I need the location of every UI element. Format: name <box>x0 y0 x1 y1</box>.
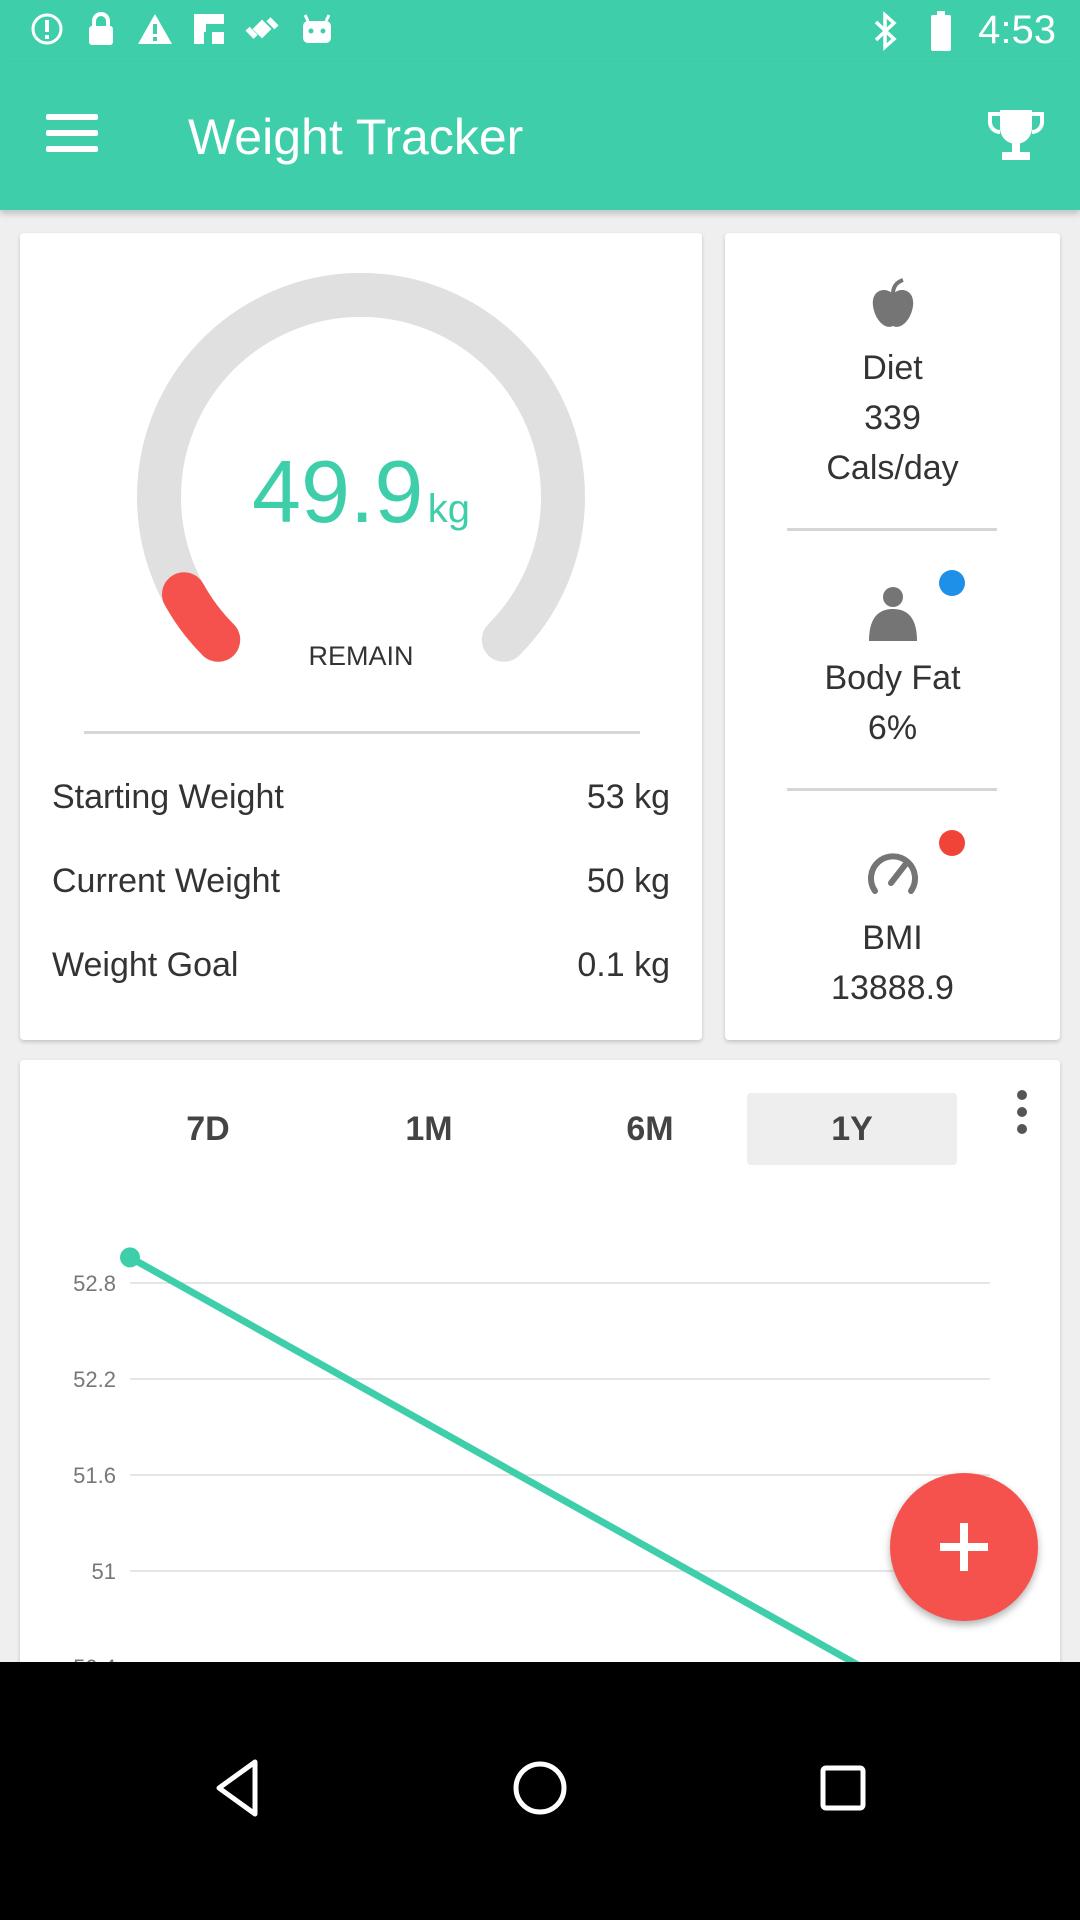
person-icon <box>867 585 919 641</box>
gauge-value: 49.9 kg <box>20 441 702 543</box>
bmi-label: BMI <box>862 919 923 957</box>
y-tick-label: 52.8 <box>73 1271 116 1296</box>
remaining-weight-unit: kg <box>427 487 470 531</box>
app-bar: Weight Tracker <box>0 62 1080 210</box>
status-bar: 4:53 <box>0 0 1080 62</box>
gauge-label: REMAIN <box>308 641 414 671</box>
divider <box>787 528 997 531</box>
current-weight-label: Current Weight <box>52 862 281 900</box>
gauge-progress <box>162 572 241 662</box>
speedometer-icon <box>867 849 919 901</box>
body-fat-status-dot <box>939 570 965 596</box>
weight-series-line <box>128 1254 892 1680</box>
starting-weight-value: 53 kg <box>586 778 670 816</box>
bmi-status-dot <box>939 830 965 856</box>
body-fat-metric[interactable]: Body Fat 6% <box>725 653 1060 753</box>
back-icon[interactable] <box>203 1752 275 1824</box>
status-icons-right: 4:53 <box>866 8 1056 53</box>
weight-data-point[interactable] <box>120 1247 140 1268</box>
android-icon <box>298 10 336 48</box>
bmi-metric[interactable]: BMI 13888.9 <box>725 913 1060 1013</box>
weight-goal-label: Weight Goal <box>52 946 239 984</box>
metrics-card: Diet 339 Cals/day Body Fat 6% BMI 13888.… <box>725 233 1060 1040</box>
weight-summary-card: 49.9 kg REMAIN Starting Weight 53 kg Cur… <box>20 233 702 1040</box>
fake-gps-icon <box>244 10 282 48</box>
plus-icon <box>940 1523 988 1571</box>
app-title: Weight Tracker <box>188 109 524 165</box>
warning-icon <box>136 10 174 48</box>
y-tick-label: 51.6 <box>73 1463 116 1488</box>
diet-unit: Cals/day <box>826 449 959 487</box>
bluetooth-icon <box>866 10 904 51</box>
weight-goal-value: 0.1 kg <box>577 946 670 984</box>
status-time: 4:53 <box>978 8 1056 52</box>
y-tick-label: 51 <box>92 1559 116 1584</box>
remaining-weight-value: 49.9 <box>252 442 424 541</box>
divider <box>84 731 640 734</box>
recents-icon[interactable] <box>807 1752 879 1824</box>
alert-circle-icon <box>28 10 66 48</box>
current-weight-value: 50 kg <box>586 862 670 900</box>
trophy-icon[interactable] <box>986 106 1046 166</box>
body-fat-label: Body Fat <box>824 659 961 697</box>
status-icons-left <box>28 10 336 48</box>
home-icon[interactable] <box>504 1752 576 1824</box>
battery-icon <box>922 10 960 51</box>
diet-label: Diet <box>862 349 923 387</box>
lock-icon <box>82 10 120 48</box>
hamburger-menu-icon[interactable] <box>46 114 98 156</box>
apple-icon <box>867 278 919 330</box>
divider <box>787 788 997 791</box>
diet-metric[interactable]: Diet 339 Cals/day <box>725 343 1060 493</box>
flipboard-icon <box>190 10 228 48</box>
bmi-value: 13888.9 <box>831 969 954 1007</box>
body-fat-value: 6% <box>867 709 918 747</box>
diet-value: 339 <box>864 399 921 437</box>
y-tick-label: 52.2 <box>73 1367 116 1392</box>
starting-weight-label: Starting Weight <box>52 778 284 816</box>
system-nav-bar <box>0 1662 1080 1920</box>
add-weight-button[interactable] <box>890 1473 1038 1621</box>
